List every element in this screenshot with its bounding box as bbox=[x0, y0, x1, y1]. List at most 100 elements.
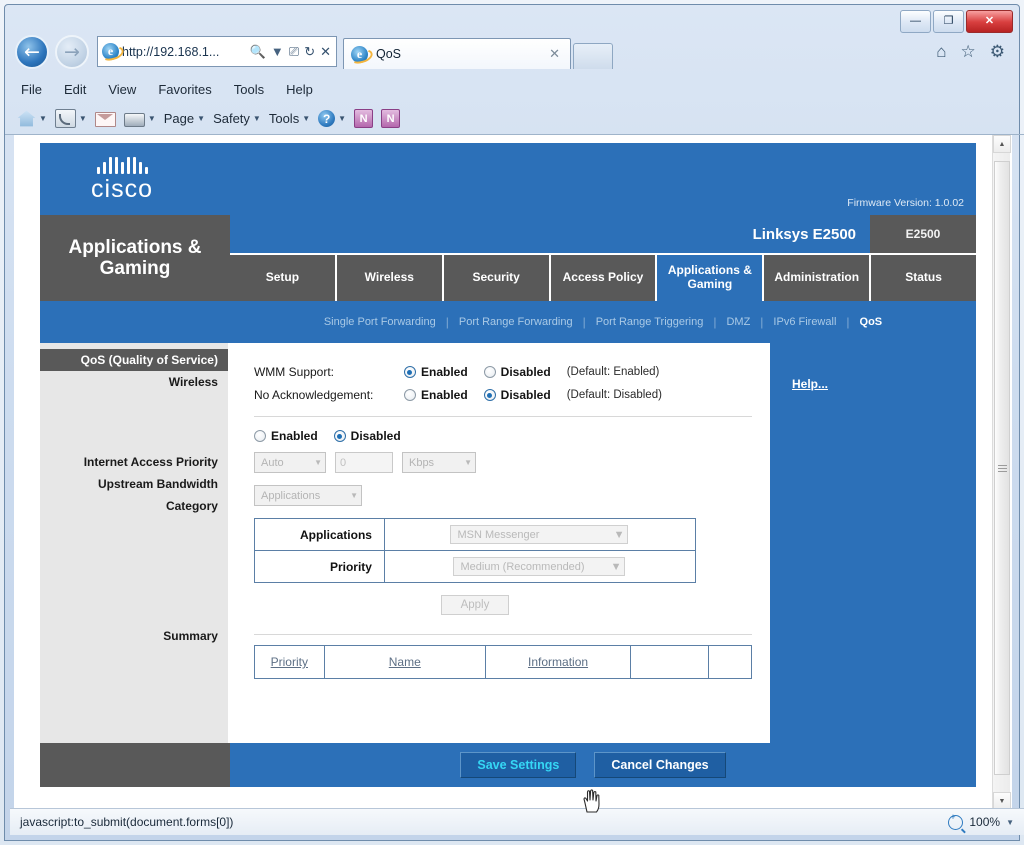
tab-administration[interactable]: Administration bbox=[764, 255, 872, 301]
priority-disabled-radio[interactable] bbox=[333, 430, 346, 442]
refresh-icon[interactable]: ↻ bbox=[304, 45, 315, 58]
noack-disabled-radio[interactable] bbox=[483, 389, 496, 401]
form-content: WMM Support: Enabled Disabled (Default: … bbox=[227, 343, 770, 743]
chevron-down-icon: ▼ bbox=[350, 491, 358, 500]
wmm-disabled-radio[interactable] bbox=[483, 366, 496, 378]
ie-logo-icon: e bbox=[99, 43, 126, 64]
page-title: Applications & Gaming bbox=[40, 215, 230, 301]
onenote-linked-notes-button[interactable]: N bbox=[381, 109, 401, 128]
menu-file[interactable]: File bbox=[21, 82, 42, 97]
settings-gear-icon[interactable]: ⚙ bbox=[990, 43, 1005, 60]
onenote-send-button[interactable]: N bbox=[354, 109, 374, 128]
summary-header-name: Name bbox=[323, 645, 486, 679]
summary-header-blank-2 bbox=[707, 645, 752, 679]
chevron-down-icon[interactable]: ▼ bbox=[271, 45, 284, 58]
minimize-button[interactable]: — bbox=[900, 10, 931, 33]
summary-header-information: Information bbox=[484, 645, 632, 679]
footer-left-spacer bbox=[40, 743, 230, 787]
search-icon[interactable]: 🔍 bbox=[250, 45, 266, 58]
tab-status[interactable]: Status bbox=[871, 255, 976, 301]
favorites-star-icon[interactable]: ☆ bbox=[961, 43, 976, 60]
tab-applications-gaming[interactable]: Applications & Gaming bbox=[657, 253, 765, 301]
model-code-area: E2500 bbox=[870, 215, 976, 253]
chevron-down-icon: ▼ bbox=[147, 114, 156, 123]
priority-enabled-radio[interactable] bbox=[253, 430, 266, 442]
maximize-button[interactable]: ❐ bbox=[933, 10, 964, 33]
subnav-ipv6-firewall[interactable]: IPv6 Firewall bbox=[763, 316, 846, 329]
sidebar-item-qos[interactable]: QoS (Quality of Service) bbox=[40, 349, 228, 371]
sidebar-item-summary: Summary bbox=[163, 629, 218, 643]
subnav-port-range-forwarding[interactable]: Port Range Forwarding bbox=[449, 316, 583, 329]
priority-disabled-label: Disabled bbox=[350, 429, 401, 443]
tab-setup[interactable]: Setup bbox=[230, 255, 337, 301]
noack-enabled-radio[interactable] bbox=[403, 389, 416, 401]
rss-icon bbox=[54, 109, 76, 128]
back-button[interactable]: ← bbox=[15, 35, 49, 69]
category-select[interactable]: Applications ▼ bbox=[253, 485, 362, 506]
chevron-down-icon: ▼ bbox=[302, 114, 311, 123]
feeds-button[interactable]: ▼ bbox=[54, 109, 87, 128]
applications-select[interactable]: MSN Messenger ▼ bbox=[450, 525, 629, 545]
menu-edit[interactable]: Edit bbox=[64, 82, 86, 97]
tab-close-icon[interactable]: ✕ bbox=[545, 46, 564, 62]
home-icon[interactable]: ⌂ bbox=[936, 43, 946, 60]
save-settings-button[interactable]: Save Settings bbox=[460, 752, 577, 778]
bandwidth-mode-select[interactable]: Auto ▼ bbox=[253, 452, 326, 473]
menu-help[interactable]: Help bbox=[286, 82, 313, 97]
scrollbar-thumb[interactable] bbox=[994, 161, 1010, 775]
tools-menu[interactable]: Tools ▼ bbox=[269, 111, 310, 126]
window-frame: — ❐ ✕ ← → e http://192.168.1... 🔍 ▼ ⎚ ↻ … bbox=[4, 4, 1024, 841]
new-tab-button[interactable] bbox=[573, 43, 613, 69]
sidebar-item-category: Category bbox=[165, 499, 218, 513]
summary-header-blank-1 bbox=[630, 645, 709, 679]
subnav-single-port-forwarding[interactable]: Single Port Forwarding bbox=[314, 316, 446, 329]
vertical-scrollbar[interactable]: ▲ ▼ bbox=[992, 135, 1011, 810]
stop-icon[interactable]: ✕ bbox=[320, 45, 331, 58]
subnav-qos[interactable]: QoS bbox=[850, 316, 893, 329]
cisco-wordmark: cisco bbox=[91, 175, 153, 203]
apply-button[interactable]: Apply bbox=[440, 595, 509, 615]
cisco-bars-icon bbox=[70, 154, 174, 174]
sidebar-item-internet-access-priority: Internet Access Priority bbox=[83, 455, 218, 469]
menu-favorites[interactable]: Favorites bbox=[158, 82, 211, 97]
status-text: javascript:to_submit(document.forms[0]) bbox=[20, 815, 234, 829]
printer-icon bbox=[123, 113, 145, 127]
applications-value: MSN Messenger bbox=[457, 528, 540, 541]
compatibility-view-icon[interactable]: ⎚ bbox=[289, 45, 299, 58]
divider bbox=[253, 416, 752, 417]
help-link[interactable]: Help... bbox=[792, 377, 828, 391]
firmware-version: Firmware Version: 1.0.02 bbox=[847, 197, 964, 209]
chevron-down-icon[interactable]: ▼ bbox=[1006, 818, 1014, 827]
safety-menu[interactable]: Safety ▼ bbox=[213, 111, 261, 126]
bandwidth-value-input[interactable]: 0 bbox=[334, 452, 393, 473]
browser-tab-qos[interactable]: e QoS ✕ bbox=[343, 38, 571, 69]
subnav-dmz[interactable]: DMZ bbox=[716, 316, 760, 329]
tab-label: QoS bbox=[376, 47, 402, 61]
subnav-port-range-triggering[interactable]: Port Range Triggering bbox=[586, 316, 714, 329]
zoom-control[interactable]: 100% ▼ bbox=[948, 812, 1014, 830]
scroll-up-button[interactable]: ▲ bbox=[993, 135, 1011, 153]
tab-access-policy[interactable]: Access Policy bbox=[551, 255, 658, 301]
chevron-down-icon: ▼ bbox=[613, 528, 625, 541]
wmm-support-label: WMM Support: bbox=[253, 365, 334, 379]
mail-button[interactable] bbox=[94, 110, 116, 127]
home-button[interactable]: ▼ bbox=[17, 110, 47, 127]
help-button[interactable]: ? ▼ bbox=[318, 110, 346, 127]
priority-enabled-label: Enabled bbox=[270, 429, 318, 443]
bandwidth-unit-select[interactable]: Kbps ▼ bbox=[401, 452, 476, 473]
forward-button[interactable]: → bbox=[55, 35, 89, 69]
priority-select[interactable]: Medium (Recommended) ▼ bbox=[453, 557, 626, 577]
wmm-enabled-radio[interactable] bbox=[403, 366, 416, 378]
print-button[interactable]: ▼ bbox=[123, 110, 156, 127]
table-row: Priority Medium (Recommended) ▼ bbox=[253, 550, 696, 583]
address-bar[interactable]: e http://192.168.1... 🔍 ▼ ⎚ ↻ ✕ bbox=[97, 36, 337, 67]
close-button[interactable]: ✕ bbox=[966, 10, 1013, 33]
tab-security[interactable]: Security bbox=[444, 255, 551, 301]
menu-tools[interactable]: Tools bbox=[234, 82, 264, 97]
cancel-changes-button[interactable]: Cancel Changes bbox=[594, 752, 726, 778]
tab-wireless[interactable]: Wireless bbox=[337, 255, 444, 301]
page-menu[interactable]: Page ▼ bbox=[164, 111, 205, 126]
menu-view[interactable]: View bbox=[108, 82, 136, 97]
